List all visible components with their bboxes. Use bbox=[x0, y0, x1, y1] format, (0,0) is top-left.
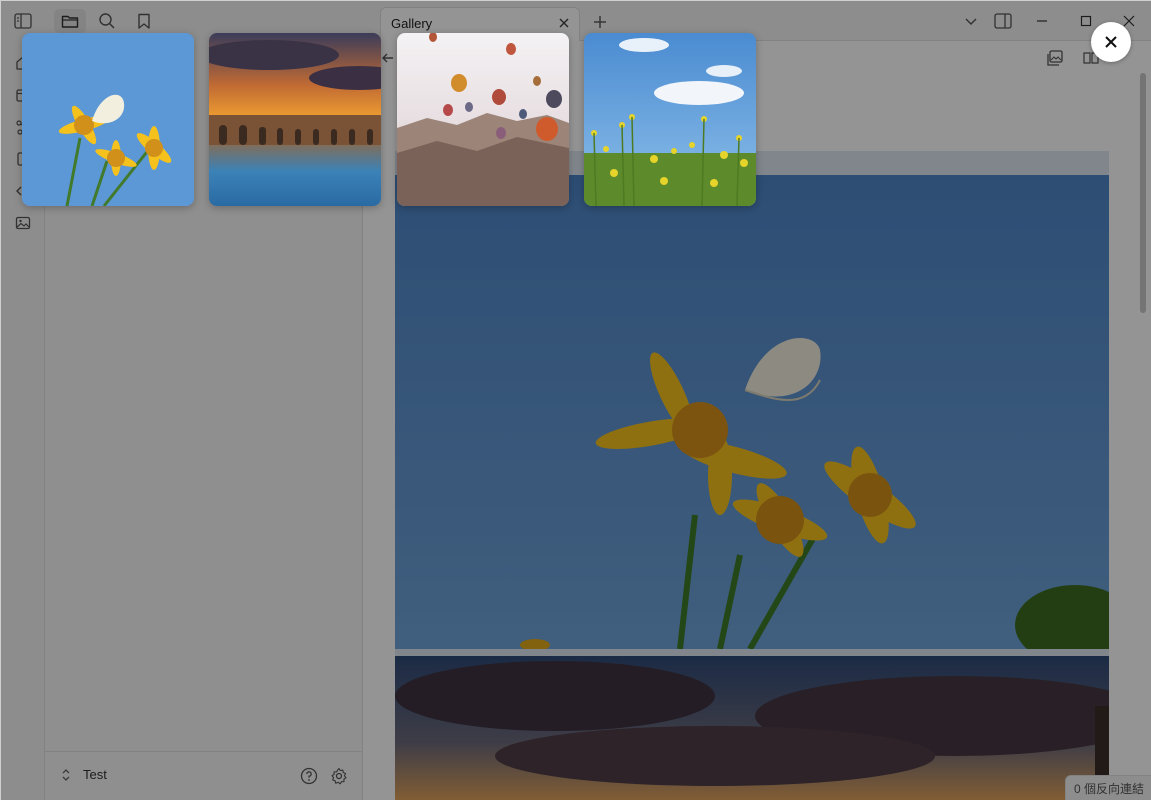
lightbox-thumbnail[interactable] bbox=[22, 33, 194, 206]
lightbox-thumbnail[interactable] bbox=[397, 33, 569, 206]
lightbox-close-button[interactable] bbox=[1091, 22, 1131, 62]
thumbnail-balloons bbox=[397, 33, 569, 206]
thumbnail-sunset bbox=[209, 33, 381, 206]
thumbnail-field bbox=[584, 33, 756, 206]
lightbox-thumbnail[interactable] bbox=[584, 33, 756, 206]
lightbox-thumbnail[interactable] bbox=[209, 33, 381, 206]
app-window: Test Gallery 0 個反向連結 bbox=[0, 0, 1151, 800]
close-icon bbox=[1105, 36, 1117, 48]
thumbnail-flowers bbox=[22, 33, 194, 206]
